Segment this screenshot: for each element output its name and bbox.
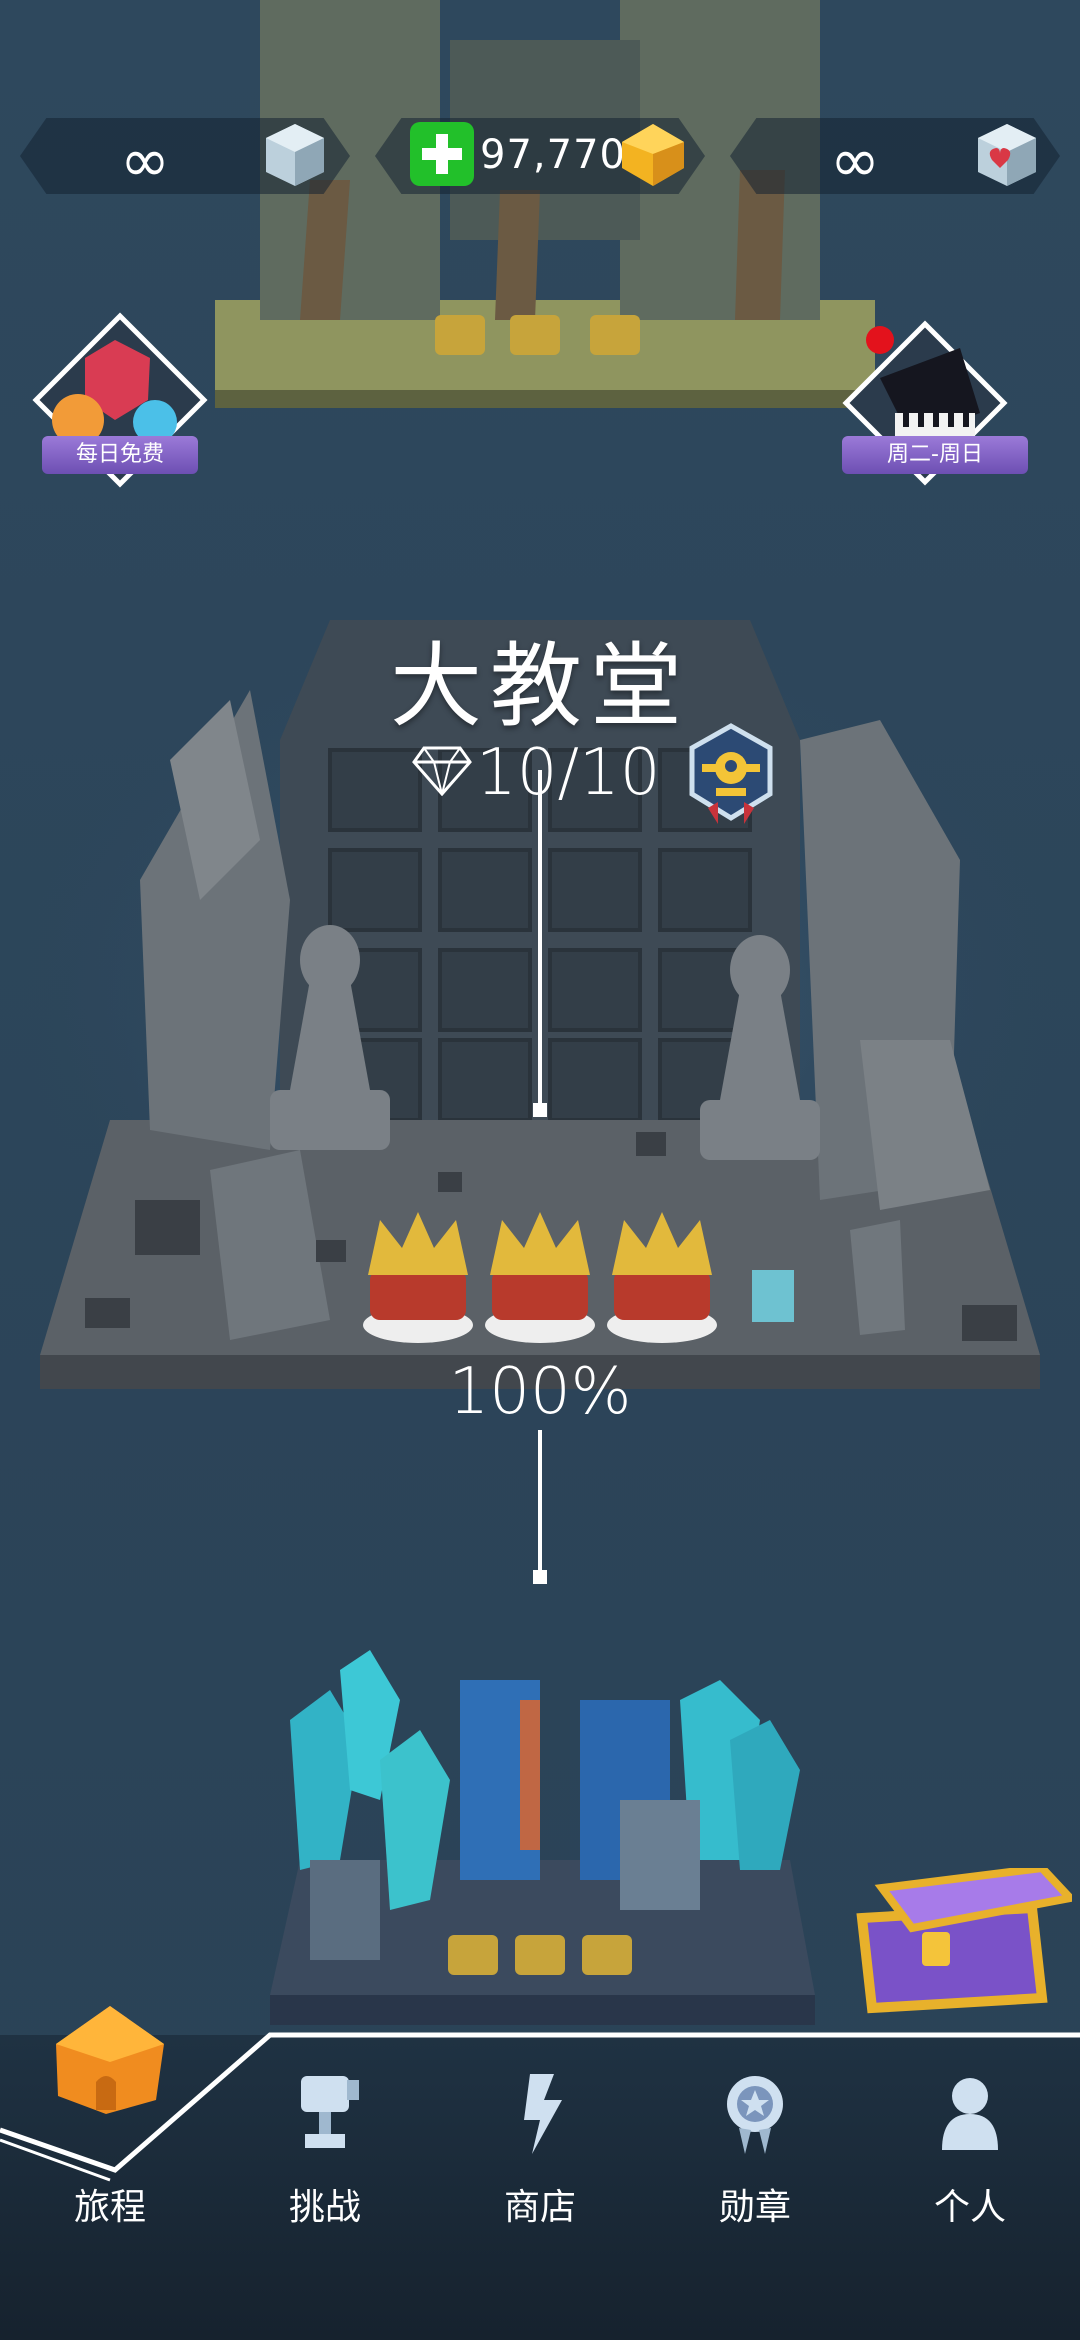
coins-value: 97,770 (480, 132, 626, 178)
notification-dot (866, 326, 894, 354)
trophy-icon (301, 2076, 359, 2148)
previous-level-platform[interactable] (215, 0, 875, 408)
tab-journey-label: 旅程 (73, 2187, 146, 2228)
lives-value: ∞ (120, 126, 171, 196)
add-coins-button[interactable] (410, 122, 474, 186)
tab-medals[interactable]: 勋章 (665, 2040, 845, 2240)
gems-progress: 10/10 (476, 736, 661, 810)
diamond-icon (412, 746, 472, 796)
tab-shop-label: 商店 (503, 2187, 576, 2228)
shop-icon (524, 2074, 562, 2154)
crown-icon (607, 1212, 717, 1343)
plus-icon (422, 134, 462, 174)
crown-icon (485, 1212, 595, 1343)
crown-icon (363, 1212, 473, 1343)
map-badge-icon[interactable] (688, 722, 774, 828)
heart-cube-icon (978, 124, 1036, 186)
gold-gem-icon (622, 124, 684, 186)
hearts-value: ∞ (830, 126, 881, 196)
tab-challenge[interactable]: 挑战 (235, 2040, 415, 2240)
tab-challenge-label: 挑战 (288, 2187, 361, 2228)
person-icon (942, 2078, 998, 2150)
daily-free-label: 每日免费 (42, 436, 198, 474)
completion-percent: 100% (448, 1355, 632, 1429)
weekly-label: 周二-周日 (842, 436, 1028, 474)
tab-shop[interactable]: 商店 (450, 2040, 630, 2240)
tab-journey[interactable]: 旅程 (20, 2006, 200, 2240)
level-title: 大教堂 (389, 633, 690, 740)
tab-medals-label: 勋章 (718, 2187, 791, 2228)
tab-profile[interactable]: 个人 (880, 2040, 1060, 2240)
home-icon (56, 2006, 164, 2114)
medal-icon (727, 2076, 783, 2154)
cube-icon (266, 124, 324, 186)
tab-profile-label: 个人 (933, 2187, 1006, 2228)
